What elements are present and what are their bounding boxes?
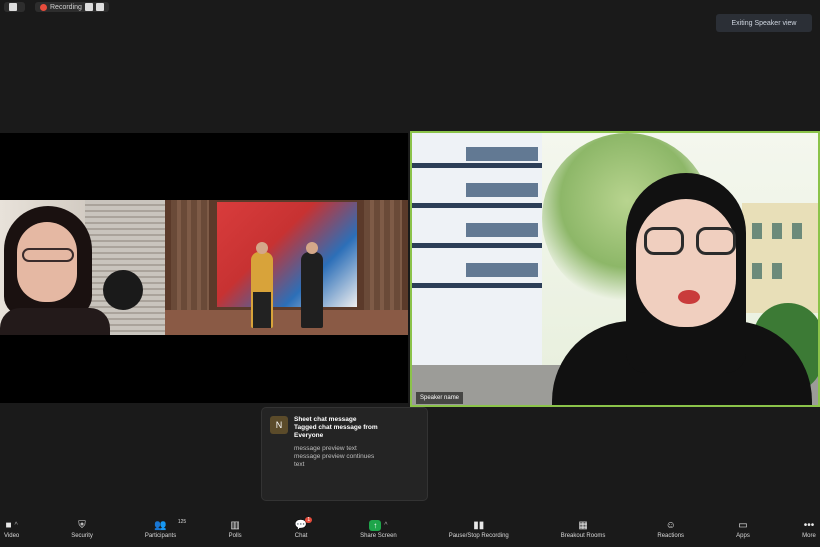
chat-unread-badge: 1 xyxy=(305,517,313,523)
people-icon: 👥 xyxy=(154,519,167,531)
breakout-rooms-button[interactable]: ▦ Breakout Rooms xyxy=(561,519,606,540)
background-building xyxy=(412,133,542,383)
view-options-pill[interactable] xyxy=(4,2,25,12)
stage-banner xyxy=(217,202,357,307)
more-dots-icon: ••• xyxy=(803,519,815,531)
chat-popup-message: message preview text message preview con… xyxy=(294,445,375,468)
event-stage-feed xyxy=(165,200,408,335)
top-bar: Recording xyxy=(0,0,820,14)
recording-label: Recording xyxy=(50,3,82,11)
chat-popup-title: Sheet chat message Tagged chat message f… xyxy=(294,416,378,439)
chat-sender-avatar: N xyxy=(270,416,288,434)
video-button[interactable]: ■ ^ Video xyxy=(4,519,19,540)
lamp-object xyxy=(103,270,143,310)
grid-icon xyxy=(9,3,17,11)
participants-button[interactable]: 👥 125 Participants xyxy=(145,519,186,539)
participant-name-left xyxy=(1,393,9,403)
participant-video-active-speaker[interactable] xyxy=(410,131,820,407)
security-button[interactable]: ⛨ Security xyxy=(71,519,93,540)
reactions-button[interactable]: ☺ Reactions xyxy=(657,519,684,540)
shield-icon: ⛨ xyxy=(78,519,86,531)
more-button[interactable]: ••• More xyxy=(802,519,816,540)
chat-button[interactable]: 💬 1 Chat xyxy=(294,517,313,539)
view-toggle-button[interactable]: Exiting Speaker view xyxy=(716,14,812,32)
video-camera-icon: ■ ^ xyxy=(5,519,18,531)
presenter-figure xyxy=(301,252,323,328)
participant-video-left[interactable] xyxy=(0,133,408,403)
bar-chart-icon: ▥ xyxy=(230,519,240,531)
recording-dot-icon xyxy=(40,3,47,11)
apps-button[interactable]: ▭ Apps xyxy=(736,519,750,540)
apps-icon: ▭ xyxy=(738,519,748,531)
grid-icon: ▦ xyxy=(578,519,588,531)
participant-webcam-feed xyxy=(0,200,165,335)
recording-indicator: Recording xyxy=(35,2,109,12)
chat-notification-popup[interactable]: N Sheet chat message Tagged chat message… xyxy=(262,408,427,500)
smile-icon: ☺ xyxy=(665,519,676,531)
meeting-toolbar: ■ ^ Video ⛨ Security 👥 125 Participants ▥… xyxy=(0,511,820,547)
stop-recording-icon[interactable] xyxy=(95,3,104,11)
pause-recording-icon[interactable] xyxy=(84,3,93,11)
share-screen-button[interactable]: ↑ ^ Share Screen xyxy=(360,519,397,539)
share-screen-icon: ↑ ^ xyxy=(369,519,388,531)
background-building-2 xyxy=(742,203,818,313)
record-icon: ▮▮ xyxy=(473,519,485,531)
participant-name-right: Speaker name xyxy=(416,392,464,404)
participants-count: 125 xyxy=(177,519,187,525)
polls-button[interactable]: ▥ Polls xyxy=(228,519,242,540)
pause-stop-recording-button[interactable]: ▮▮ Pause/Stop Recording xyxy=(449,519,509,540)
